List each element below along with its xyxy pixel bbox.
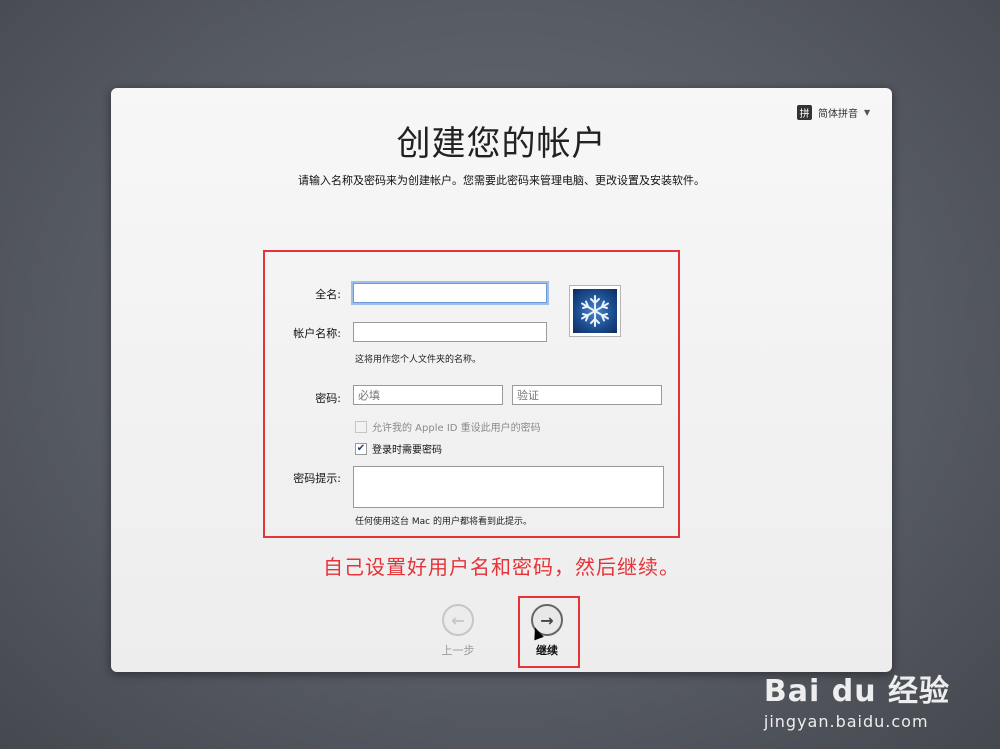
user-picture-button[interactable]: [569, 285, 621, 337]
snowflake-icon: [573, 289, 617, 333]
require-password-checkbox[interactable]: ✔: [355, 442, 367, 455]
password-hint-note: 任何使用这台 Mac 的用户都将看到此提示。: [355, 517, 532, 527]
back-button-label: 上一步: [441, 644, 475, 657]
password-field[interactable]: [353, 385, 503, 405]
page-subtitle: 请输入名称及密码来为创建帐户。您需要此密码来管理电脑、更改设置及安装软件。: [298, 174, 705, 187]
full-name-field[interactable]: [353, 283, 547, 303]
full-name-label: 全名:: [315, 288, 341, 301]
require-password-option[interactable]: ✔ 登录时需要密码: [355, 441, 442, 456]
apple-id-reset-checkbox[interactable]: [355, 420, 367, 433]
page-title: 创建您的帐户: [396, 124, 607, 164]
continue-button[interactable]: → 继续: [522, 604, 572, 658]
account-name-field[interactable]: [353, 322, 547, 342]
baidu-url: jingyan.baidu.com: [763, 712, 929, 731]
annotation-text: 自己设置好用户名和密码，然后继续。: [323, 555, 680, 579]
apple-id-reset-option[interactable]: 允许我的 Apple ID 重设此用户的密码: [355, 419, 541, 434]
require-password-label: 登录时需要密码: [372, 445, 442, 456]
back-button[interactable]: ← 上一步: [433, 604, 483, 658]
account-name-hint: 这将用作您个人文件夹的名称。: [355, 355, 482, 365]
apple-id-reset-label: 允许我的 Apple ID 重设此用户的密码: [372, 423, 541, 434]
baidu-logo: Bai du 经验: [763, 674, 950, 709]
baidu-watermark: Bai du 经验 jingyan.baidu.com: [764, 666, 950, 731]
password-hint-label: 密码提示:: [293, 472, 341, 485]
continue-button-label: 继续: [536, 644, 558, 657]
password-hint-textarea[interactable]: [353, 466, 664, 508]
password-label: 密码:: [315, 392, 341, 405]
verify-password-field[interactable]: [512, 385, 662, 405]
arrow-left-icon: ←: [442, 604, 474, 636]
create-account-dialog: 拼 简体拼音 ▼ 创建您的帐户 请输入名称及密码来为创建帐户。您需要此密码来管理…: [111, 88, 892, 672]
account-name-label: 帐户名称:: [293, 327, 341, 340]
